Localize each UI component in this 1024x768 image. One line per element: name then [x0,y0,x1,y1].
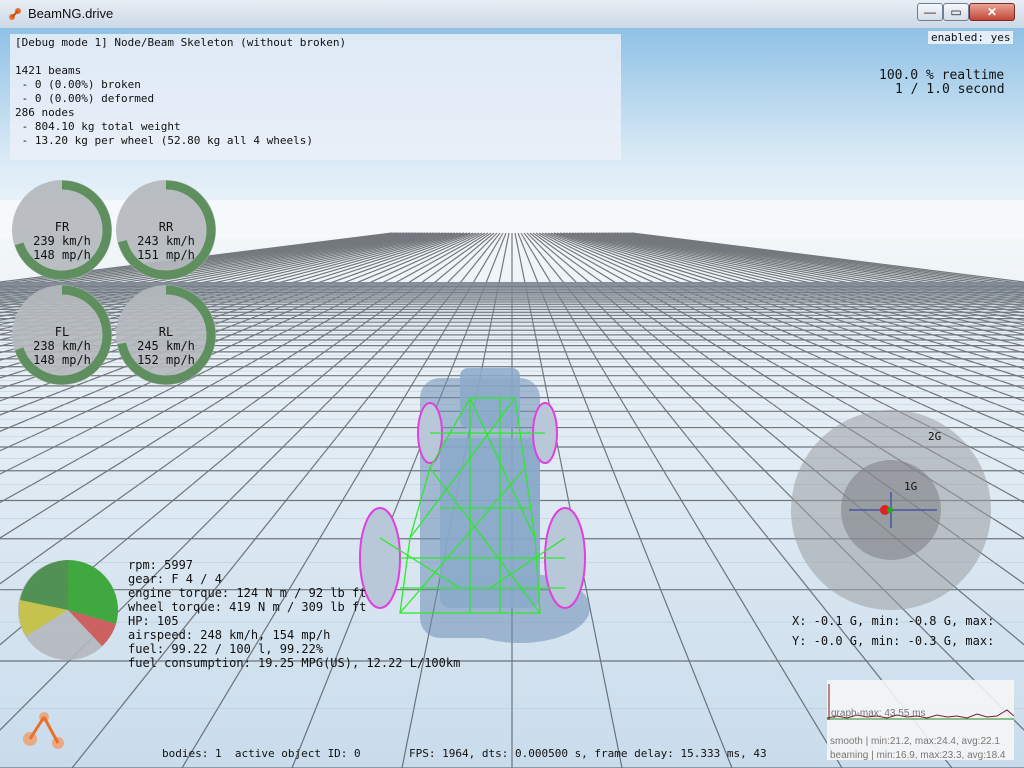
bodies-readout: bodies: 1 active object ID: 0 [162,747,361,760]
debug-info-panel: [Debug mode 1] Node/Beam Skeleton (witho… [10,34,621,160]
graph-beaming-label: beaming | min:16.9, max:23.3, avg:18.4 [830,750,1006,761]
weight-per-wheel: - 13.20 kg per wheel (52.80 kg all 4 whe… [15,134,314,147]
wheel-speed-mph: 151 mp/h [137,248,195,262]
total-weight: - 804.10 kg total weight [15,120,181,133]
wheel-speed-mph: 152 mp/h [137,353,195,367]
wheel-gauge-rl: RL 245 km/h 152 mp/h [116,285,216,385]
airspeed-readout: airspeed: 248 km/h, 154 mp/h [128,628,331,642]
hp-readout: HP: 105 [128,614,179,628]
wheel-gauge-rr: RR 243 km/h 151 mp/h [116,180,216,280]
debug-mode-line: [Debug mode 1] Node/Beam Skeleton (witho… [15,36,347,49]
title-bar: BeamNG.drive — ▭ ✕ [0,0,1024,29]
wheel-name: RR [158,220,174,234]
fps-readout: FPS: 1964, dts: 0.000500 s, frame delay:… [409,747,767,760]
window-title: BeamNG.drive [28,6,114,21]
game-viewport[interactable]: [Debug mode 1] Node/Beam Skeleton (witho… [0,28,1024,768]
maximize-button[interactable]: ▭ [943,3,969,21]
wheel-gauge-fr: FR 239 km/h 148 mp/h [12,180,112,280]
wheel-speed-mph: 148 mp/h [33,248,91,262]
wheel-torque-readout: wheel torque: 419 N m / 309 lb ft [128,600,367,614]
engine-torque-readout: engine torque: 124 N m / 92 lb ft [128,586,367,600]
wheel-speed-kmh: 238 km/h [33,339,91,353]
wheel-speed-kmh: 239 km/h [33,234,91,248]
wheel-name: RL [158,325,174,339]
beamng-app-icon [9,8,21,20]
enabled-status: enabled: yes [928,31,1014,44]
wheel-name: FL [54,325,70,339]
time-ratio: 1 / 1.0 second [895,82,1005,97]
frame-time-graph: graph-max: 43.55 ms smooth | min:21.2, m… [827,680,1014,761]
g-force-x-readout: X: -0.1 G, min: -0.8 G, max: [792,614,995,628]
deformed-beams: - 0 (0.00%) deformed [15,92,155,105]
gear-readout: gear: F 4 / 4 [128,572,222,586]
wheel-name: FR [54,220,70,234]
node-count: 286 nodes [15,106,75,119]
wheel-speed-kmh: 245 km/h [137,339,195,353]
vehicle-skeleton [359,368,590,643]
realtime-percent: 100.0 % realtime [879,68,1005,83]
fuel-readout: fuel: 99.22 / 100 l, 99.22% [128,642,324,656]
wheel-speed-kmh: 243 km/h [137,234,195,248]
minimize-button[interactable]: — [917,3,943,21]
beamng-logo [23,712,64,749]
graph-smooth-label: smooth | min:21.2, max:24.4, avg:22.1 [830,736,1000,747]
rpm-readout: rpm: 5997 [128,558,194,572]
beam-count: 1421 beams [15,64,82,77]
g-ring-2g-label: 2G [928,430,942,443]
g-ring-1g-label: 1G [904,480,918,493]
graph-max-label: graph-max: 43.55 ms [831,708,926,719]
g-force-meter [791,410,991,610]
fuel-consumption-readout: fuel consumption: 19.25 MPG(US), 12.22 L… [128,656,461,670]
close-button[interactable]: ✕ [969,3,1015,21]
wheel-speed-mph: 148 mp/h [33,353,91,367]
wheel-gauge-fl: FL 238 km/h 148 mp/h [12,285,112,385]
engine-pie-gauge [18,560,119,660]
broken-beams: - 0 (0.00%) broken [15,78,141,91]
g-force-y-readout: Y: -0.0 G, min: -0.3 G, max: [792,634,995,648]
